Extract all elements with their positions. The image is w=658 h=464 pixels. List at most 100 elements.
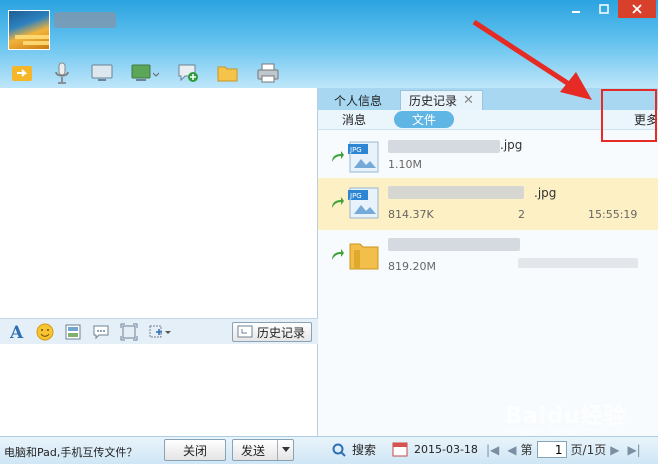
font-button[interactable]: A (8, 323, 26, 341)
file-size: 819.20M (388, 260, 436, 273)
watermark: Baidu经验 jingyan.baidu.com (505, 398, 627, 437)
subtab-messages[interactable]: 消息 (332, 111, 376, 128)
resend-icon[interactable] (330, 248, 344, 262)
subtab-files[interactable]: 文件 (394, 111, 455, 128)
chat-toolbar (0, 60, 296, 86)
print-icon (257, 63, 279, 83)
close-window-button[interactable] (618, 0, 656, 18)
format-toolbar: A 历史记录 (0, 318, 318, 344)
window-header (0, 0, 658, 88)
bubble-icon (93, 325, 109, 339)
send-file-icon (12, 66, 32, 81)
jpg-file-icon: JPG (348, 187, 379, 219)
transfer-promo-link[interactable]: 电脑和Pad,手机互传文件？ (4, 444, 137, 460)
file-name-blurred (388, 186, 524, 199)
search-icon (332, 443, 346, 457)
resend-icon[interactable] (330, 196, 344, 210)
bubble-button[interactable] (92, 323, 110, 341)
date-picker[interactable]: 2015-03-18 (392, 441, 478, 457)
watermark-text: Baidu经验 (505, 404, 627, 429)
close-button-label: 关闭 (182, 443, 207, 458)
bottom-bar: 电脑和Pad,手机互传文件？ 关闭 发送 搜索 2015-03-18 |◀ ◀ … (0, 436, 658, 464)
avatar[interactable] (8, 10, 50, 50)
print-button[interactable] (256, 62, 280, 84)
annotation-highlight-box (601, 89, 657, 142)
folder-icon (217, 66, 238, 82)
file-date: 2 (518, 208, 525, 221)
page-number-input[interactable] (536, 441, 567, 458)
tab-profile[interactable]: 个人信息 (326, 90, 390, 110)
screenshot-icon (120, 323, 138, 340)
file-name-blurred (388, 140, 500, 153)
close-button[interactable]: 关闭 (164, 439, 226, 461)
page-suffix: 页/1页 (570, 443, 607, 457)
search-button[interactable]: 搜索 (332, 441, 376, 458)
app-icon (178, 64, 198, 82)
send-options-dropdown[interactable] (277, 440, 293, 460)
max-icon (599, 4, 609, 14)
min-icon (572, 11, 580, 13)
send-button[interactable]: 发送 (232, 439, 294, 461)
emoji-icon (36, 323, 54, 340)
window-controls (562, 0, 656, 18)
history-icon (237, 325, 253, 338)
more-fmt-icon (149, 325, 171, 337)
close-tab-icon[interactable]: ✕ (463, 93, 474, 108)
calendar-icon (392, 442, 408, 457)
subtab-files-label: 文件 (412, 113, 437, 127)
first-page-icon[interactable]: |◀ (486, 443, 499, 457)
tab-profile-label: 个人信息 (334, 93, 383, 108)
file-meta-blurred (518, 258, 638, 268)
file-size: 1.10M (388, 158, 422, 171)
video-button[interactable] (90, 62, 114, 84)
file-time: 15:55:19 (588, 208, 638, 221)
image-icon (65, 324, 81, 339)
remote-desktop-button[interactable] (130, 62, 160, 84)
image-button[interactable] (64, 323, 82, 341)
message-display-area[interactable] (0, 88, 318, 318)
tab-history-label: 历史记录 (409, 94, 458, 108)
contact-name-blurred (54, 12, 116, 28)
video-icon (91, 64, 113, 81)
jpg-file-icon: JPG (348, 141, 379, 173)
search-label: 搜索 (352, 443, 377, 457)
send-button-label: 发送 (241, 443, 266, 458)
remote-desktop-icon (131, 64, 159, 81)
next-page-icon[interactable]: ▶ (610, 443, 619, 457)
last-page-icon[interactable]: ▶| (627, 443, 640, 457)
resend-icon[interactable] (330, 150, 344, 164)
send-file-button[interactable] (10, 62, 34, 84)
minimize-button[interactable] (562, 0, 590, 18)
maximize-button[interactable] (590, 0, 618, 18)
prev-page-icon[interactable]: ◀ (507, 443, 516, 457)
history-button-label: 历史记录 (256, 325, 305, 340)
emoji-button[interactable] (36, 323, 54, 341)
subtab-messages-label: 消息 (342, 113, 367, 127)
folder-file-icon (349, 243, 379, 270)
message-input[interactable] (0, 344, 318, 436)
chevron-down-icon (281, 447, 290, 452)
file-type-badge: JPG (349, 192, 362, 200)
screenshot-button[interactable] (120, 323, 138, 341)
file-type-badge: JPG (349, 146, 362, 154)
list-item-selected[interactable]: JPG .jpg 814.37K 2 15:55:19 (318, 178, 658, 230)
date-value: 2015-03-18 (414, 442, 478, 456)
voice-icon (55, 62, 69, 84)
file-size: 814.37K (388, 208, 434, 221)
voice-button[interactable] (50, 62, 74, 84)
file-extension: .jpg (534, 186, 557, 200)
list-item[interactable]: 819.20M (318, 230, 658, 282)
file-history-list: JPG .jpg 1.10M JPG .jpg 814.37K 2 15:55:… (318, 130, 658, 436)
file-extension: .jpg (500, 138, 523, 152)
page-prefix: 第 (520, 443, 533, 457)
svg-text:A: A (9, 323, 24, 341)
more-format-button[interactable] (148, 323, 172, 341)
folder-button[interactable] (216, 62, 240, 84)
font-icon: A (9, 323, 24, 341)
tab-history[interactable]: 历史记录 ✕ (400, 90, 483, 110)
file-name-blurred (388, 238, 520, 251)
pager: |◀ ◀ 第 页/1页 ▶ ▶| (482, 441, 645, 458)
close-icon (632, 4, 642, 14)
history-button[interactable]: 历史记录 (231, 322, 312, 342)
app-button[interactable] (176, 62, 200, 84)
